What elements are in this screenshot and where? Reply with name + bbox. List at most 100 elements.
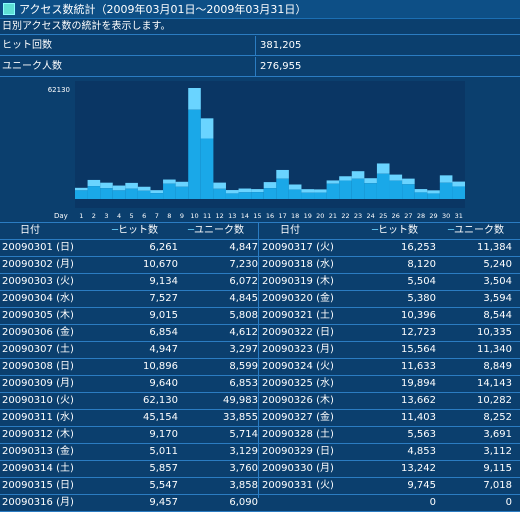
cell-date: 20090320 (金) [262,293,334,304]
bar-hits-day-2 [87,179,101,187]
x-tick-label: 26 [392,212,400,220]
cell-unique: 3,112 [483,446,512,457]
cell-unique: 3,691 [483,429,512,440]
bar-hits-day-27 [402,178,415,185]
x-tick-label: 10 [190,212,198,220]
page-title: アクセス数統計（2009年03月01日～2009年03月31日） [19,3,307,16]
stat-value: 276,955 [260,61,302,72]
cell-date: 20090322 (日) [262,327,334,338]
bar-hits-day-25 [376,163,390,174]
cell-unique: 8,544 [483,310,512,321]
bar-hits-day-31 [452,181,465,187]
bar-hits-day-1 [75,187,88,191]
cell-date: 20090327 (金) [262,412,334,423]
bar-unique-day-12 [213,188,226,199]
cell-unique: 4,845 [229,293,258,304]
cell-unique: 3,594 [483,293,512,304]
cell-unique: 49,983 [223,395,258,406]
bar-hits-day-5 [125,182,138,189]
bar-hits-day-29 [427,190,440,194]
bar-unique-day-15 [251,192,264,199]
cell-hits: 9,745 [407,480,436,491]
cell-unique: 14,143 [477,378,512,389]
cell-date: 20090325 (水) [262,378,334,389]
cell-date: 20090323 (月) [262,344,334,355]
stat-label: ヒット回数 [0,36,256,55]
x-tick-label: 19 [304,212,312,220]
bar-hits-day-23 [351,171,365,179]
cell-hits: 10,670 [143,259,178,270]
cell-date: 20090317 (火) [262,242,334,253]
bar-hits-day-24 [364,178,377,184]
cell-hits: 11,633 [401,361,436,372]
x-tick-label: 7 [155,212,159,220]
cell-hits: 13,662 [401,395,436,406]
cell-date: 20090307 (土) [2,344,74,355]
cell-unique: 4,847 [229,242,258,253]
cell-hits: 45,154 [143,412,178,423]
cell-unique: 6,090 [229,497,258,508]
stat-label: ユニーク人数 [0,57,256,76]
bar-hits-day-8 [163,179,176,184]
cell-hits: 8,120 [407,259,436,270]
cell-hits: 15,564 [401,344,436,355]
bar-hits-day-3 [100,182,113,189]
access-bar-chart: 62130Day 1 2 3 4 5 6 7 8 9 10 11 12 13 14 15 16 17 18 19 20 2… [48,81,465,220]
bar-hits-day-30 [439,175,453,183]
cell-hits: 5,547 [149,480,178,491]
bar-unique-day-7 [150,193,164,199]
cell-unique: 8,599 [229,361,258,372]
bar-unique-day-4 [112,190,126,199]
cell-date: 20090313 (金) [2,446,74,457]
bar-unique-day-20 [314,192,327,199]
cell-unique: 8,849 [483,361,512,372]
table-row: 20090309 (月) 9,640 6,853 20090325 (水) 19,894… [0,376,520,393]
table-row: 20090310 (火) 62,130 49,983 20090326 (木) 13,6… [0,393,520,410]
cell-unique: 5,714 [229,429,258,440]
bar-hits-day-19 [301,189,315,193]
cell-hits: 5,380 [407,293,436,304]
cell-date: 20090318 (水) [262,259,334,270]
bar-hits-day-14 [238,188,252,193]
bar-unique-day-6 [137,190,151,199]
bar-unique-day-29 [427,193,440,199]
cell-unique: 0 [505,497,512,508]
bar-hits-day-6 [137,186,151,191]
x-tick-label: 3 [104,212,108,220]
cell-date: 20090319 (木) [262,276,334,287]
bar-hits-day-13 [225,190,239,194]
x-tick-label: 24 [367,212,375,220]
bar-unique-day-30 [439,182,453,199]
bar-unique-day-3 [100,188,113,199]
cell-hits: 9,457 [149,497,178,508]
bar-unique-day-18 [288,189,302,199]
cell-date: 20090321 (土) [262,310,334,321]
x-tick-label: 17 [278,212,286,220]
cell-unique: 6,072 [229,276,258,287]
bar-unique-day-17 [276,178,289,199]
bar-unique-day-25 [376,173,390,199]
table-row: 20090302 (月) 10,670 7,230 20090318 (水) 8,120… [0,257,520,274]
cell-hits: 5,857 [149,463,178,474]
x-tick-label: 12 [216,212,224,220]
cell-hits: 0 [429,497,436,508]
cell-unique: 7,018 [483,480,512,491]
cell-hits: 5,504 [407,276,436,287]
cell-unique: 11,340 [477,344,512,355]
bar-unique-day-1 [75,190,88,199]
bar-hits-day-16 [263,182,277,189]
bar-hits-day-21 [326,180,340,184]
cell-date: 20090304 (水) [2,293,74,304]
bar-hits-day-17 [276,169,289,179]
table-row: 20090314 (土) 5,857 3,760 20090330 (月) 13,242… [0,461,520,478]
cell-hits: 13,242 [401,463,436,474]
cell-hits: 9,640 [149,378,178,389]
bar-hits-day-9 [175,181,189,187]
cell-date: 20090314 (土) [2,463,74,474]
bar-hits-day-12 [213,182,226,189]
cell-unique: 10,335 [477,327,512,338]
table-header: 日付 ─ヒット数 ─ユニーク数 日付 ─ヒット数 ─ユニーク数 [0,223,520,240]
table-row: 20090305 (木) 9,015 5,808 20090321 (土) 10,396… [0,308,520,325]
bar-unique-day-5 [125,188,138,199]
x-tick-label: 1 [79,212,83,220]
